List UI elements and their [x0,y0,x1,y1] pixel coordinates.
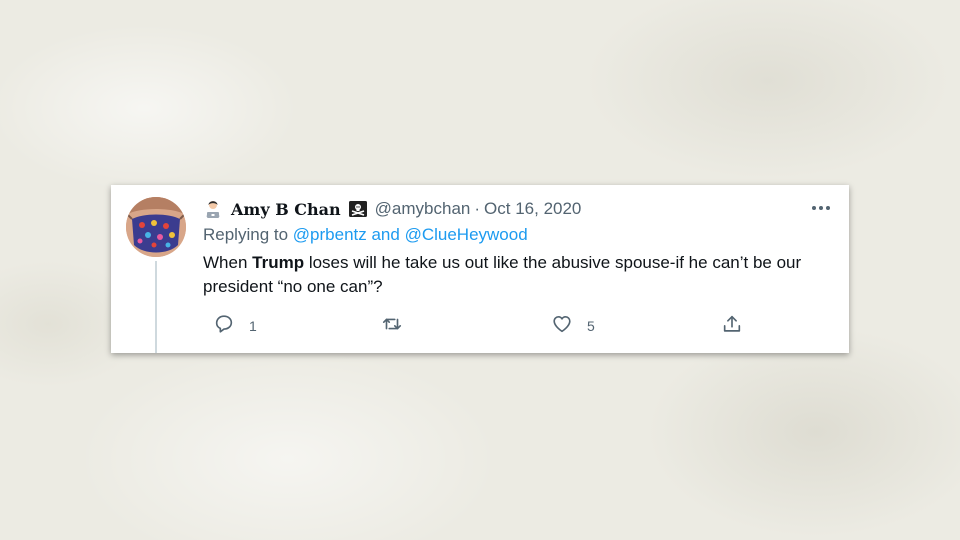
heart-icon [553,316,571,333]
tweet-text-bold: Trump [252,253,305,272]
thread-line [155,261,157,353]
reply-icon [215,315,233,333]
more-horizontal-icon[interactable] [809,199,833,217]
tweet-date[interactable]: Oct 16, 2020 [484,199,581,219]
reply-count: 1 [249,318,257,334]
like-button[interactable]: 5 [551,313,595,335]
avatar-image [126,197,186,257]
share-icon [723,315,741,332]
share-button[interactable] [721,313,743,335]
tweet-actions: 1 5 [203,313,843,335]
tweet-text-before: When [203,253,253,272]
separator-dot: · [474,199,481,218]
reply-button[interactable]: 1 [213,313,257,335]
tweet-header: Amy B Chan @amybchan · Oct 16, 2020 [203,197,581,221]
retweet-button[interactable] [381,313,417,335]
tweet-card[interactable]: Amy B Chan @amybchan · Oct 16, 2020 Repl… [111,185,849,353]
replying-to-label: Replying to [203,225,289,244]
avatar[interactable] [126,197,186,257]
like-count: 5 [587,318,595,334]
author-name[interactable]: Amy B Chan [231,200,341,219]
tweet-text: When Trump loses will he take us out lik… [203,251,833,299]
author-handle[interactable]: @amybchan [375,199,471,219]
retweet-icon [382,318,402,330]
pirate-flag-emoji [348,201,367,217]
woman-technologist-emoji [203,199,223,219]
replying-to-line: Replying to @prbentz and @ClueHeywood [203,225,528,245]
reply-mentions[interactable]: @prbentz and @ClueHeywood [293,225,528,244]
